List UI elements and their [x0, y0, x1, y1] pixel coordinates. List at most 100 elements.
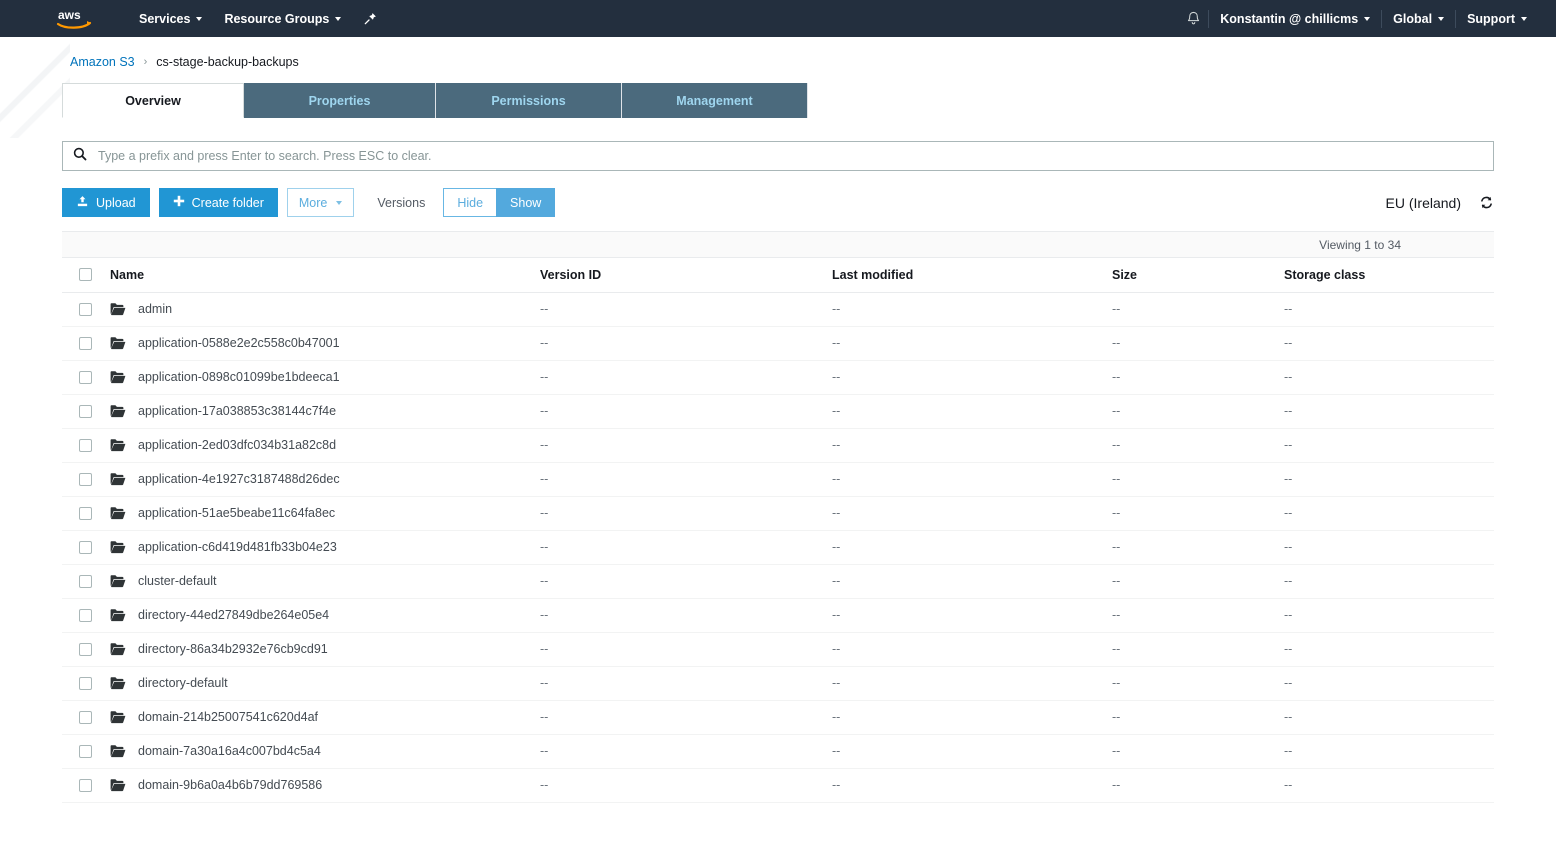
create-folder-button[interactable]: Create folder — [158, 188, 278, 217]
cell-name: application-51ae5beabe11c64fa8ec — [110, 496, 540, 531]
tab-overview[interactable]: Overview — [62, 83, 244, 118]
upload-button[interactable]: Upload — [62, 188, 150, 217]
tab-permissions[interactable]: Permissions — [436, 83, 622, 118]
breadcrumb-amazon-s3[interactable]: Amazon S3 — [70, 55, 135, 69]
object-name-link[interactable]: application-51ae5beabe11c64fa8ec — [138, 506, 335, 520]
nav-support-menu[interactable]: Support — [1456, 0, 1538, 37]
cell-storage-class: -- — [1284, 394, 1494, 429]
cell-storage-class: -- — [1284, 666, 1494, 701]
row-checkbox[interactable] — [79, 472, 92, 486]
cell-size: -- — [1112, 666, 1284, 701]
nav-region-menu[interactable]: Global — [1382, 0, 1455, 37]
nav-services-menu[interactable]: Services — [128, 0, 213, 37]
notifications-bell-icon[interactable] — [1178, 11, 1208, 27]
refresh-icon[interactable] — [1479, 195, 1494, 210]
table-row[interactable]: application-17a038853c38144c7f4e -- -- -- -- — [62, 394, 1494, 429]
cell-name: cluster-default — [110, 564, 540, 599]
object-name-link[interactable]: application-0588e2e2c558c0b47001 — [138, 336, 340, 350]
bucket-region-label: EU (Ireland) — [1385, 194, 1461, 211]
cell-version-id: -- — [540, 462, 832, 497]
row-checkbox[interactable] — [79, 676, 92, 690]
column-header-storage-class[interactable]: Storage class — [1284, 258, 1494, 293]
table-row[interactable]: domain-214b25007541c620d4af -- -- -- -- — [62, 700, 1494, 735]
aws-logo[interactable]: aws — [48, 8, 100, 30]
object-name-link[interactable]: application-0898c01099be1bdeeca1 — [138, 370, 340, 384]
versions-show-button[interactable]: Show — [496, 188, 556, 217]
table-row[interactable]: application-2ed03dfc034b31a82c8d -- -- -- -- — [62, 428, 1494, 463]
row-checkbox[interactable] — [79, 710, 92, 724]
table-row[interactable]: directory-default -- -- -- -- — [62, 666, 1494, 701]
table-row[interactable]: application-0588e2e2c558c0b47001 -- -- -- -- — [62, 326, 1494, 361]
more-dropdown-button[interactable]: More — [286, 188, 355, 217]
row-checkbox[interactable] — [79, 336, 92, 350]
object-name-link[interactable]: application-c6d419d481fb33b04e23 — [138, 540, 337, 554]
row-checkbox[interactable] — [79, 404, 92, 418]
nav-resource-groups-label: Resource Groups — [224, 11, 330, 26]
cell-version-id: -- — [540, 768, 832, 803]
row-checkbox[interactable] — [79, 778, 92, 792]
object-name-link[interactable]: application-2ed03dfc034b31a82c8d — [138, 438, 336, 452]
objects-table-container: Viewing 1 to 34 Name Version ID Last mod… — [62, 231, 1494, 803]
row-checkbox[interactable] — [79, 574, 92, 588]
row-checkbox[interactable] — [79, 506, 92, 520]
cell-storage-class: -- — [1284, 734, 1494, 769]
select-all-checkbox[interactable] — [79, 268, 92, 282]
object-name-link[interactable]: directory-86a34b2932e76cb9cd91 — [138, 642, 328, 656]
table-row[interactable]: domain-7a30a16a4c007bd4c5a4 -- -- -- -- — [62, 734, 1494, 769]
object-name-link[interactable]: domain-7a30a16a4c007bd4c5a4 — [138, 744, 321, 758]
cell-name: domain-214b25007541c620d4af — [110, 700, 540, 735]
table-row[interactable]: directory-44ed27849dbe264e05e4 -- -- -- -- — [62, 598, 1494, 633]
column-header-version-id[interactable]: Version ID — [540, 258, 832, 293]
object-name-link[interactable]: domain-214b25007541c620d4af — [138, 710, 318, 724]
cell-name: application-2ed03dfc034b31a82c8d — [110, 428, 540, 463]
prefix-search-bar[interactable] — [62, 141, 1494, 171]
nav-resource-groups-menu[interactable]: Resource Groups — [213, 0, 352, 37]
object-name-link[interactable]: application-17a038853c38144c7f4e — [138, 404, 336, 418]
breadcrumb-current-bucket: cs-stage-backup-backups — [156, 55, 299, 69]
table-row[interactable]: cluster-default -- -- -- -- — [62, 564, 1494, 599]
cell-size: -- — [1112, 394, 1284, 429]
row-checkbox[interactable] — [79, 302, 92, 316]
row-select-cell — [62, 666, 110, 701]
object-name-link[interactable]: application-4e1927c3187488d26dec — [138, 472, 340, 486]
table-row[interactable]: admin -- -- -- -- — [62, 292, 1494, 327]
object-name-link[interactable]: admin — [138, 302, 172, 316]
row-select-cell — [62, 360, 110, 395]
table-row[interactable]: application-4e1927c3187488d26dec -- -- -- -- — [62, 462, 1494, 497]
table-row[interactable]: domain-9b6a0a4b6b79dd769586 -- -- -- -- — [62, 768, 1494, 803]
row-checkbox[interactable] — [79, 540, 92, 554]
cell-storage-class: -- — [1284, 360, 1494, 395]
table-row[interactable]: application-c6d419d481fb33b04e23 -- -- -- -- — [62, 530, 1494, 565]
column-header-name[interactable]: Name — [110, 258, 540, 293]
cell-last-modified: -- — [832, 428, 1112, 463]
column-header-last-modified[interactable]: Last modified — [832, 258, 1112, 293]
pin-icon[interactable] — [352, 0, 389, 37]
row-checkbox[interactable] — [79, 744, 92, 758]
nav-account-menu[interactable]: Konstantin @ chillicms — [1209, 0, 1381, 37]
folder-icon — [110, 676, 126, 690]
folder-icon — [110, 608, 126, 622]
upload-icon — [76, 195, 89, 211]
table-row[interactable]: directory-86a34b2932e76cb9cd91 -- -- -- -- — [62, 632, 1494, 667]
row-checkbox[interactable] — [79, 642, 92, 656]
row-checkbox[interactable] — [79, 438, 92, 452]
column-header-size[interactable]: Size — [1112, 258, 1284, 293]
cell-name: application-0588e2e2c558c0b47001 — [110, 326, 540, 361]
nav-region-label: Global — [1393, 11, 1433, 26]
row-checkbox[interactable] — [79, 608, 92, 622]
cell-version-id: -- — [540, 394, 832, 429]
more-label: More — [298, 195, 328, 210]
object-name-link[interactable]: directory-default — [138, 676, 228, 690]
row-checkbox[interactable] — [79, 370, 92, 384]
object-name-link[interactable]: directory-44ed27849dbe264e05e4 — [138, 608, 329, 622]
chevron-down-icon — [335, 16, 342, 21]
table-row[interactable]: application-51ae5beabe11c64fa8ec -- -- -- -- — [62, 496, 1494, 531]
versions-hide-button[interactable]: Hide — [443, 188, 497, 217]
search-input[interactable] — [98, 149, 1483, 163]
cell-name: domain-7a30a16a4c007bd4c5a4 — [110, 734, 540, 769]
object-name-link[interactable]: domain-9b6a0a4b6b79dd769586 — [138, 778, 322, 792]
table-row[interactable]: application-0898c01099be1bdeeca1 -- -- -- -- — [62, 360, 1494, 395]
tab-properties[interactable]: Properties — [244, 83, 436, 118]
tab-management[interactable]: Management — [622, 83, 808, 118]
object-name-link[interactable]: cluster-default — [138, 574, 217, 588]
